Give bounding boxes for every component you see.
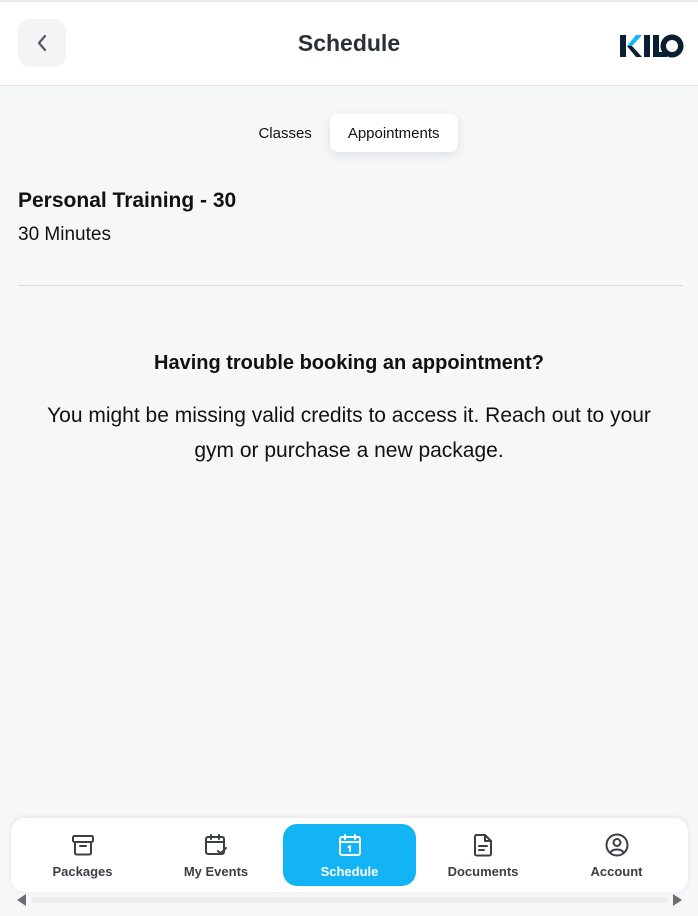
nav-packages-label: Packages xyxy=(52,863,113,879)
user-circle-icon xyxy=(605,833,628,856)
nav-documents-label: Documents xyxy=(447,863,519,879)
kilo-logo xyxy=(620,34,684,58)
scroll-left-arrow-icon[interactable] xyxy=(17,894,26,906)
notice-heading: Having trouble booking an appointment? xyxy=(154,352,544,374)
archive-box-icon xyxy=(71,834,94,855)
schedule-tabs: Classes Appointments xyxy=(0,114,698,152)
scrollbar-track[interactable] xyxy=(31,897,668,903)
nav-account-label: Account xyxy=(590,863,643,879)
nav-my-events[interactable]: My Events xyxy=(150,824,283,886)
calendar-icon xyxy=(338,833,361,856)
appointment-title[interactable]: Personal Training - 30 xyxy=(18,189,236,213)
nav-account[interactable]: Account xyxy=(550,824,683,886)
tab-appointments[interactable]: Appointments xyxy=(329,114,458,152)
nav-schedule[interactable]: Schedule xyxy=(283,824,416,886)
nav-documents[interactable]: Documents xyxy=(417,824,550,886)
nav-my-events-label: My Events xyxy=(183,863,249,879)
tab-classes[interactable]: Classes xyxy=(240,114,329,152)
nav-packages[interactable]: Packages xyxy=(16,824,149,886)
page-title: Schedule xyxy=(297,30,401,56)
nav-schedule-label: Schedule xyxy=(320,863,379,879)
top-bar: Schedule xyxy=(0,0,698,86)
horizontal-scrollbar[interactable] xyxy=(11,892,688,908)
scroll-right-arrow-icon[interactable] xyxy=(673,894,682,906)
notice-body: You might be missing valid credits to ac… xyxy=(47,404,651,462)
appointment-duration: 30 Minutes xyxy=(18,224,111,245)
divider xyxy=(18,285,683,286)
bottom-nav: Packages My Events Schedule Documents Ac… xyxy=(11,818,688,892)
calendar-check-icon xyxy=(205,833,227,855)
document-icon xyxy=(474,833,492,856)
